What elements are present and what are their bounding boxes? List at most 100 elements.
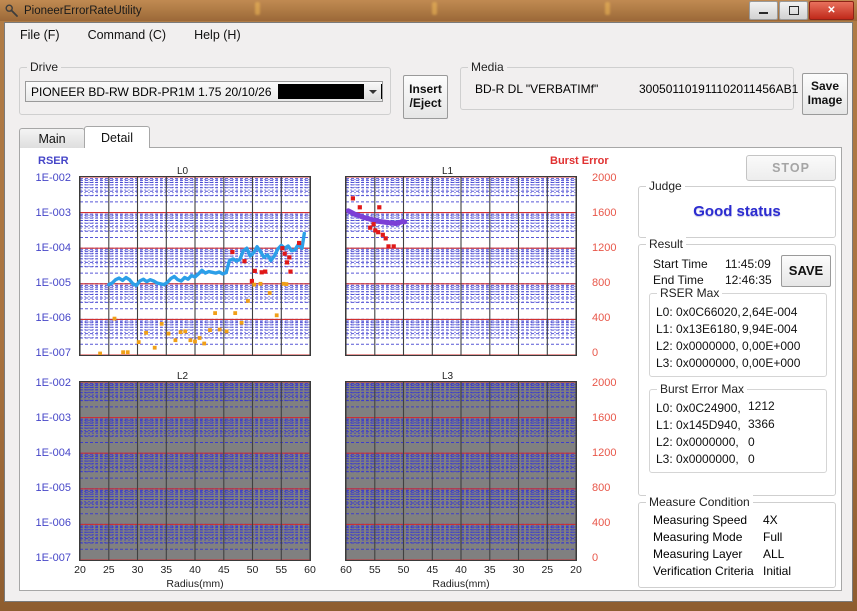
rser-max-row-0-value: 2,64E-004 (742, 305, 798, 319)
application-window: PioneerErrorRateUtility ✕ File (F) Comma… (0, 0, 857, 611)
ytick-r-3: 800 (592, 277, 611, 289)
burst-max-row-3-layer: L3: 0x0000000, (656, 452, 739, 466)
chevron-down-icon[interactable] (364, 83, 381, 100)
maximize-button[interactable] (779, 1, 808, 20)
mc-row-0-value: 4X (763, 513, 778, 527)
minimize-button[interactable] (749, 1, 778, 20)
result-group: Result Start Time 11:45:09 End Time 12:4… (638, 237, 836, 496)
ytick-r2-2: 1200 (592, 447, 617, 459)
burst-error-max-group: Burst Error Max L0: 0x0C24900, 1212 L1: … (649, 382, 827, 473)
save-result-button[interactable]: SAVE (781, 255, 831, 287)
xtick: 20 (74, 564, 86, 576)
burst-max-row-3-value: 0 (748, 452, 755, 466)
xtick: 40 (189, 564, 201, 576)
window-title: PioneerErrorRateUtility (24, 4, 142, 17)
stop-button[interactable]: STOP (746, 155, 836, 181)
plot-l0 (79, 176, 311, 356)
drive-group: Drive PIONEER BD-RW BDR-PR1M 1.75 20/10/… (19, 60, 391, 115)
media-group: Media BD-R DL "VERBATIMf" 30050110191110… (460, 60, 798, 110)
rser-max-row-1-value: 9,94E-004 (742, 322, 798, 336)
ytick-l-5: 1E-007 (35, 347, 71, 359)
ytick-l-0: 1E-002 (35, 172, 71, 184)
drive-group-title: Drive (27, 60, 62, 74)
tab-detail[interactable]: Detail (84, 126, 150, 148)
rser-max-title: RSER Max (657, 286, 723, 300)
plot-l1 (345, 176, 577, 356)
ytick-l2-1: 1E-003 (35, 412, 71, 424)
xtick: 45 (217, 564, 230, 576)
xtick: 30 (512, 564, 525, 576)
ytick-l-1: 1E-003 (35, 207, 71, 219)
ytick-r-2: 1200 (592, 242, 617, 254)
save-image-button[interactable]: Save Image (802, 73, 848, 115)
menu-bar: File (F) Command (C) Help (H) (5, 23, 852, 47)
side-panel: STOP Judge Good status Result Start Time… (632, 150, 839, 588)
ytick-l2-3: 1E-005 (35, 482, 71, 494)
xtick: 60 (304, 564, 316, 576)
media-type: BD-R DL "VERBATIMf" (475, 82, 599, 96)
ytick-r2-4: 400 (592, 517, 611, 529)
window-controls: ✕ (749, 1, 854, 20)
rser-max-group: RSER Max L0: 0x0C66020, 2,64E-004 L1: 0x… (649, 286, 827, 377)
end-time-value: 12:46:35 (725, 273, 772, 287)
save-image-line1: Save (810, 79, 840, 94)
ytick-l2-0: 1E-002 (35, 377, 71, 389)
measure-condition-group: Measure Condition Measuring Speed 4X Mea… (638, 495, 836, 588)
start-time-label: Start Time (653, 257, 708, 271)
xtick: 60 (340, 564, 352, 576)
drive-select[interactable]: PIONEER BD-RW BDR-PR1M 1.75 20/10/26 (25, 81, 383, 102)
title-bar: PioneerErrorRateUtility ✕ (0, 0, 857, 21)
xtick: 20 (570, 564, 582, 576)
ytick-r2-1: 1600 (592, 412, 617, 424)
xtick: 50 (246, 564, 259, 576)
mc-row-1-label: Measuring Mode (653, 530, 743, 544)
ytick-r-1: 1600 (592, 207, 617, 219)
save-image-line2: Image (807, 93, 843, 107)
ytick-r2-5: 0 (592, 552, 599, 564)
menu-file[interactable]: File (F) (17, 26, 63, 44)
ytick-l-2: 1E-004 (35, 242, 71, 254)
insert-eject-line1: Insert (409, 82, 442, 97)
detail-tab-panel: RSER Burst Error L0 L1 L2 L3 1E-002 1E-0… (19, 147, 842, 591)
insert-eject-button[interactable]: Insert /Eject (403, 75, 448, 119)
xtick: 40 (455, 564, 467, 576)
xtick: 50 (397, 564, 410, 576)
burst-max-row-2-value: 0 (748, 435, 755, 449)
mc-row-2-value: ALL (763, 547, 785, 561)
rser-max-row-2-layer: L2: 0x0000000, (656, 339, 739, 353)
rser-max-row-3-value: 0,00E+000 (742, 356, 801, 370)
mc-row-0-label: Measuring Speed (653, 513, 748, 527)
tab-main[interactable]: Main (19, 128, 85, 148)
plot-l3 (345, 381, 577, 561)
rser-max-row-0-layer: L0: 0x0C66020, (656, 305, 741, 319)
xaxis-title-left: Radius(mm) (166, 578, 224, 590)
menu-command[interactable]: Command (C) (85, 26, 170, 44)
mc-row-1-value: Full (763, 530, 783, 544)
chart-area: RSER Burst Error L0 L1 L2 L3 1E-002 1E-0… (22, 150, 629, 590)
mc-row-3-label: Verification Criteria (653, 564, 754, 578)
burst-max-row-0-value: 1212 (748, 399, 775, 413)
close-button[interactable]: ✕ (809, 1, 854, 20)
ytick-l-4: 1E-006 (35, 312, 71, 324)
xtick: 55 (368, 564, 381, 576)
ytick-l2-5: 1E-007 (35, 552, 71, 564)
xtick: 45 (426, 564, 439, 576)
xtick: 35 (160, 564, 173, 576)
insert-eject-line2: /Eject (409, 96, 442, 110)
ytick-r2-3: 800 (592, 482, 611, 494)
xtick: 55 (275, 564, 288, 576)
xtick: 35 (483, 564, 496, 576)
plot-l2 (79, 381, 311, 561)
judge-status-value: Good status (693, 203, 781, 220)
judge-group: Judge Good status (638, 179, 836, 238)
start-time-value: 11:45:09 (725, 257, 771, 271)
rser-max-row-3-layer: L3: 0x0000000, (656, 356, 739, 370)
end-time-label: End Time (653, 273, 704, 287)
xtick: 25 (102, 564, 115, 576)
burst-error-max-title: Burst Error Max (657, 382, 748, 396)
menu-help[interactable]: Help (H) (191, 26, 244, 44)
ytick-r-5: 0 (592, 347, 599, 359)
ytick-l-3: 1E-005 (35, 277, 71, 289)
burst-error-axis-label: Burst Error (550, 155, 609, 167)
ytick-r-4: 400 (592, 312, 611, 324)
